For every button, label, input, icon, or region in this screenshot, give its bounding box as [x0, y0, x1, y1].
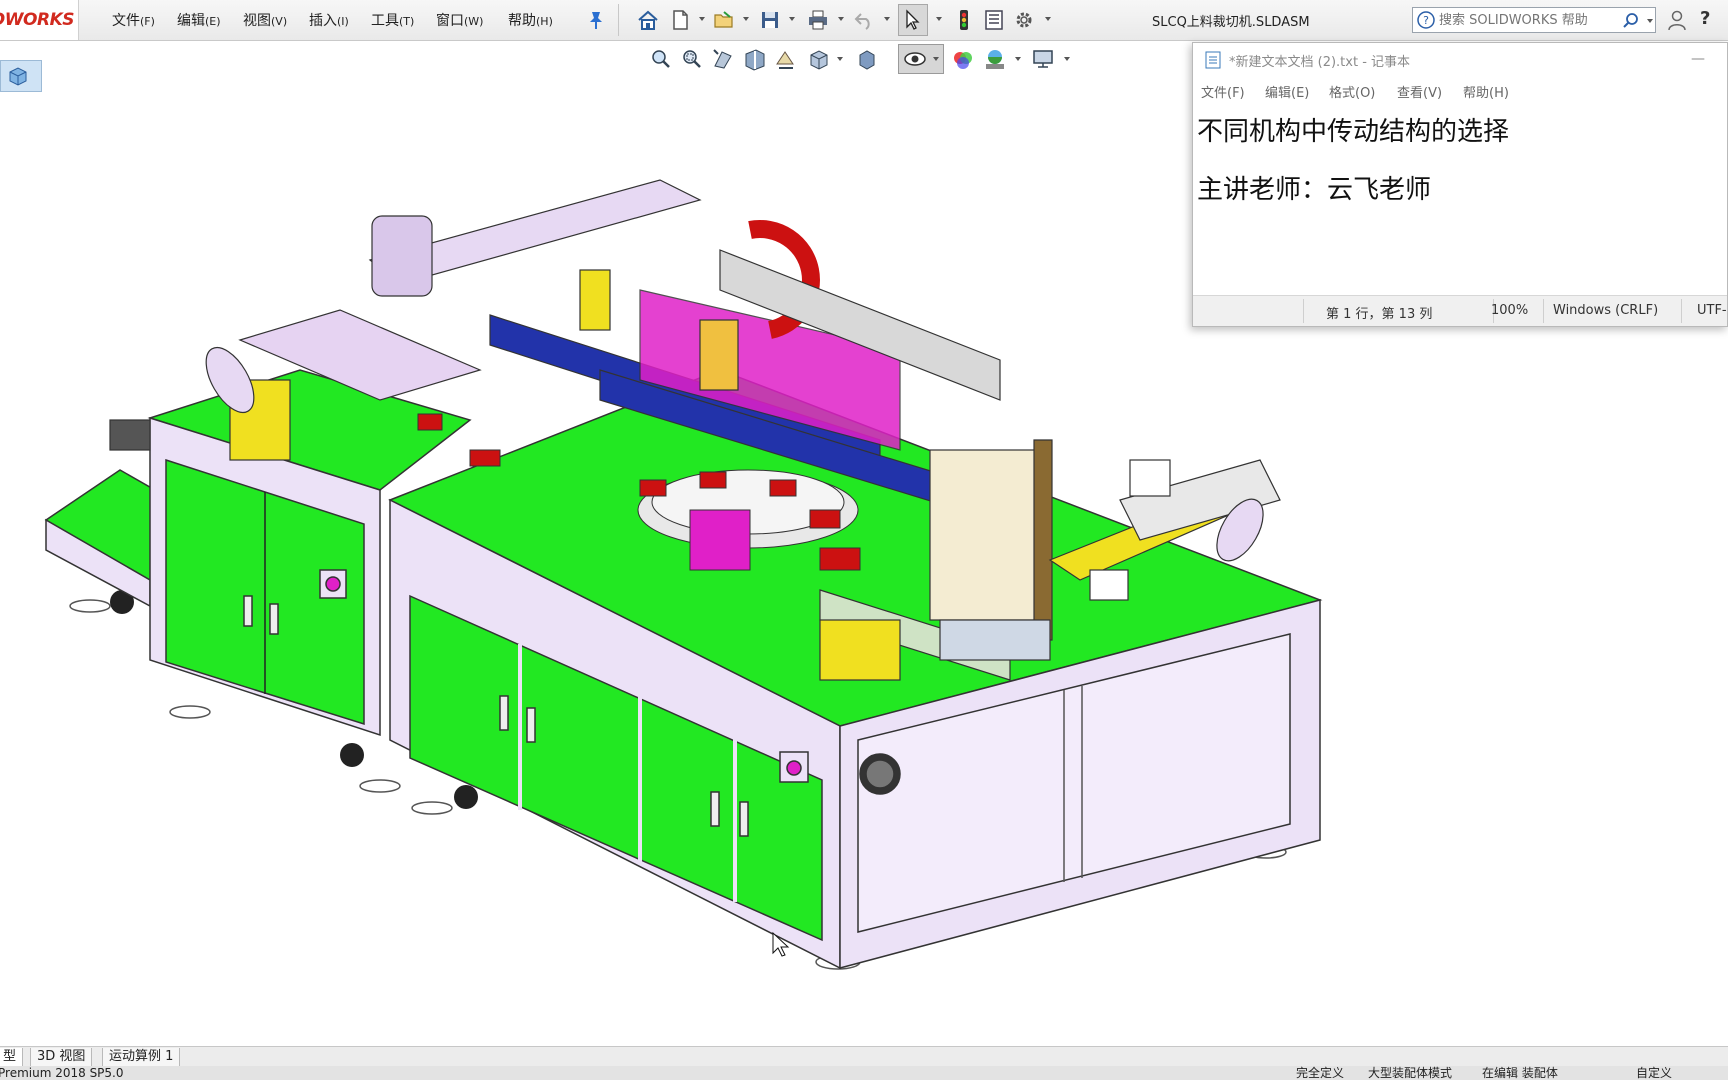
select-dropdown-icon[interactable]	[936, 17, 942, 21]
zoom-level: 100%	[1491, 303, 1529, 318]
notepad-menu-view[interactable]: 查看(V)	[1397, 82, 1442, 101]
undo-dropdown-icon[interactable]	[884, 17, 890, 21]
menu-view-accel: (V)	[271, 15, 288, 28]
notepad-statusbar: 第 1 行，第 13 列 100% Windows (CRLF) UTF-	[1193, 295, 1727, 326]
open-folder-icon[interactable]	[712, 8, 736, 32]
notepad-menu-file[interactable]: 文件(F)	[1201, 82, 1245, 101]
notepad-menu-format[interactable]: 格式(O)	[1329, 82, 1375, 101]
menu-tools-label: 工具	[371, 13, 399, 29]
notepad-line: 不同机构中传动结构的选择	[1197, 117, 1510, 147]
help-question-icon: ?	[1417, 11, 1435, 29]
options-gear-icon[interactable]	[1012, 8, 1036, 32]
menu-view-label: 视图	[243, 13, 271, 29]
file-properties-icon[interactable]	[982, 8, 1006, 32]
status-editing-assembly: 在编辑 装配体	[1482, 1066, 1558, 1080]
menu-file-accel: (F)	[140, 15, 155, 28]
notepad-menu-edit[interactable]: 编辑(E)	[1265, 82, 1309, 101]
new-dropdown-icon[interactable]	[699, 17, 705, 21]
minimize-icon[interactable]: —	[1691, 51, 1705, 67]
logo-text: DWORKS	[0, 10, 74, 30]
solidworks-menubar: DWORKS 文件(F) 编辑(E) 视图(V) 插入(I) 工具(T) 窗口(…	[0, 0, 1728, 41]
status-fully-defined: 完全定义	[1296, 1066, 1345, 1080]
menu-edit-label: 编辑	[177, 13, 205, 29]
select-arrow-icon	[906, 9, 920, 30]
search-input[interactable]	[1439, 10, 1619, 30]
help-search[interactable]: ?	[1412, 7, 1656, 33]
notepad-menubar: 文件(F) 编辑(E) 格式(O) 查看(V) 帮助(H)	[1193, 77, 1727, 103]
search-dropdown-icon[interactable]	[1647, 19, 1653, 23]
print-icon[interactable]	[806, 8, 830, 32]
help-question-button[interactable]: ?	[1700, 8, 1710, 29]
status-large-assembly-mode: 大型装配体模式	[1368, 1066, 1453, 1080]
pin-icon[interactable]	[584, 8, 608, 32]
menu-file[interactable]: 文件(F)	[112, 10, 155, 30]
user-account-icon[interactable]	[1666, 8, 1688, 32]
document-title: SLCQ上料裁切机.SLDASM	[1152, 15, 1310, 30]
home-icon[interactable]	[636, 8, 660, 32]
menu-file-label: 文件	[112, 13, 140, 29]
status-divider	[1543, 299, 1544, 323]
notepad-doc-icon	[1205, 51, 1221, 69]
open-dropdown-icon[interactable]	[743, 17, 749, 21]
tab-model[interactable]: 型	[0, 1048, 24, 1067]
menu-help[interactable]: 帮助(H)	[508, 10, 553, 30]
menu-insert[interactable]: 插入(I)	[309, 10, 349, 30]
menu-window-label: 窗口	[436, 13, 464, 29]
svg-text:?: ?	[1423, 14, 1429, 27]
notepad-titlebar[interactable]: *新建文本文档 (2).txt - 记事本 —	[1193, 43, 1727, 77]
cursor-position: 第 1 行，第 13 列	[1326, 307, 1433, 322]
version-label: Premium 2018 SP5.0	[0, 1066, 124, 1080]
save-icon[interactable]	[758, 8, 782, 32]
menu-window[interactable]: 窗口(W)	[436, 10, 483, 30]
select-button[interactable]	[898, 4, 928, 36]
solidworks-logo[interactable]: DWORKS	[0, 0, 79, 40]
menu-insert-accel: (I)	[337, 15, 349, 28]
options-dropdown-icon[interactable]	[1045, 17, 1051, 21]
print-dropdown-icon[interactable]	[838, 17, 844, 21]
menu-window-accel: (W)	[464, 15, 484, 28]
encoding: UTF-	[1697, 303, 1727, 318]
bottom-tab-bar: 型 3D 视图 运动算例 1	[0, 1046, 1728, 1067]
tab-3d-view[interactable]: 3D 视图	[30, 1048, 93, 1067]
line-ending: Windows (CRLF)	[1553, 303, 1659, 318]
menu-tools-accel: (T)	[399, 15, 415, 28]
notepad-window[interactable]: *新建文本文档 (2).txt - 记事本 — 文件(F) 编辑(E) 格式(O…	[1192, 42, 1728, 327]
menu-edit-accel: (E)	[205, 15, 221, 28]
menu-tools[interactable]: 工具(T)	[371, 10, 414, 30]
toolbar-divider	[618, 4, 619, 36]
menu-help-label: 帮助	[508, 13, 536, 29]
status-custom[interactable]: 自定义	[1636, 1066, 1672, 1080]
menu-help-accel: (H)	[536, 15, 553, 28]
traffic-light-icon[interactable]	[952, 8, 976, 32]
notepad-menu-help[interactable]: 帮助(H)	[1463, 82, 1509, 101]
status-divider	[1681, 299, 1682, 323]
menu-insert-label: 插入	[309, 13, 337, 29]
solidworks-statusbar: Premium 2018 SP5.0 完全定义 大型装配体模式 在编辑 装配体 …	[0, 1066, 1728, 1080]
menu-view[interactable]: 视图(V)	[243, 10, 287, 30]
tab-motion-study-1[interactable]: 运动算例 1	[102, 1048, 181, 1067]
notepad-text-area[interactable]: 不同机构中传动结构的选择 主讲老师：云飞老师	[1197, 103, 1717, 285]
search-icon[interactable]	[1621, 11, 1641, 31]
status-divider	[1303, 299, 1304, 323]
menu-edit[interactable]: 编辑(E)	[177, 10, 221, 30]
notepad-title: *新建文本文档 (2).txt - 记事本	[1229, 55, 1411, 70]
undo-icon[interactable]	[852, 8, 876, 32]
save-dropdown-icon[interactable]	[789, 17, 795, 21]
new-document-icon[interactable]	[668, 8, 692, 32]
notepad-line: 主讲老师：云飞老师	[1197, 175, 1432, 205]
